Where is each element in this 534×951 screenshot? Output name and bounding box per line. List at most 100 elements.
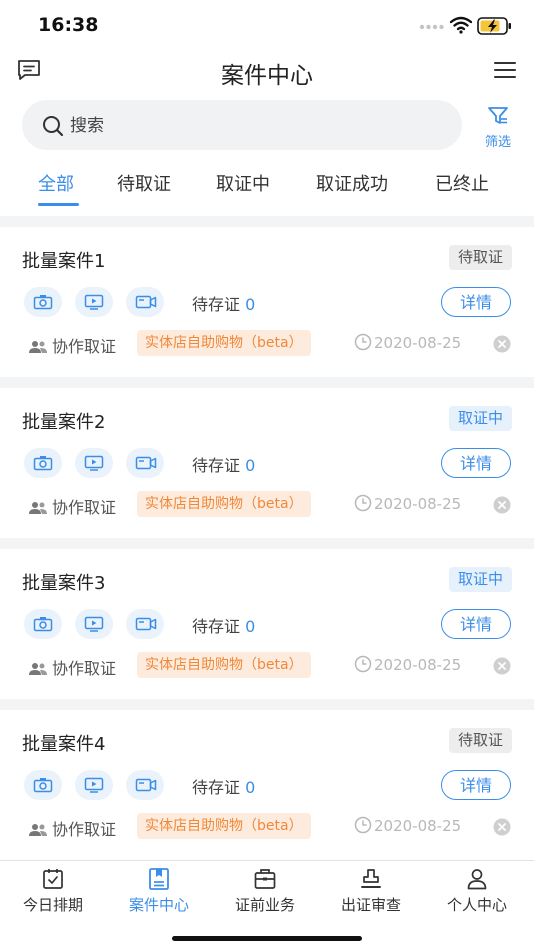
video-record-button[interactable] <box>126 448 164 478</box>
video-record-button[interactable] <box>126 770 164 800</box>
user-icon <box>467 869 487 890</box>
filter-button[interactable]: 筛选 <box>478 106 518 150</box>
collaboration-label: 协作取证 <box>28 816 116 840</box>
monitor-play-icon <box>84 777 104 793</box>
wifi-icon <box>450 16 472 34</box>
scenario-tag: 实体店自助购物（beta） <box>137 491 311 517</box>
search-icon <box>43 116 64 137</box>
stamp-icon <box>361 869 381 888</box>
tab-pending[interactable]: 待取证 <box>117 170 171 196</box>
active-tab-indicator <box>38 203 79 206</box>
pending-count: 0 <box>245 295 256 314</box>
clock-icon <box>354 494 372 512</box>
screen-record-button[interactable] <box>75 448 113 478</box>
search-box[interactable] <box>22 100 462 150</box>
clock-icon <box>354 655 372 673</box>
tab-label: 个人中心 <box>446 896 507 914</box>
search-input[interactable] <box>68 110 442 142</box>
tab-label: 案件中心 <box>128 896 189 914</box>
pending-evidence: 待存证 0 <box>192 456 256 475</box>
filter-icon <box>488 107 508 124</box>
tab-today-schedule[interactable]: 今日排期 <box>0 867 106 915</box>
signal-dots-icon <box>419 24 444 30</box>
detail-button[interactable]: 详情 <box>441 609 511 639</box>
case-card[interactable]: 批量案件4 待取证 待存证 0 详情 协作取证 实体店自助购物（beta） 20… <box>0 710 534 860</box>
tab-label: 出证审查 <box>340 896 401 914</box>
case-title: 批量案件4 <box>22 734 106 755</box>
camera-icon <box>33 456 53 471</box>
remove-case-icon[interactable] <box>493 496 511 514</box>
case-card[interactable]: 批量案件3 取证中 待存证 0 详情 协作取证 实体店自助购物（beta） 20… <box>0 549 534 699</box>
screen-record-button[interactable] <box>75 770 113 800</box>
clock-icon <box>354 816 372 834</box>
photo-evidence-button[interactable] <box>24 287 62 317</box>
screen-record-button[interactable] <box>75 287 113 317</box>
tab-pre-certification[interactable]: 证前业务 <box>212 867 318 915</box>
search-row: 筛选 <box>0 92 534 156</box>
bookmark-doc-icon <box>149 868 169 890</box>
photo-evidence-button[interactable] <box>24 448 62 478</box>
remove-case-icon[interactable] <box>493 818 511 836</box>
case-date: 2020-08-25 <box>354 333 461 352</box>
case-date: 2020-08-25 <box>354 655 461 674</box>
detail-button[interactable]: 详情 <box>441 448 511 478</box>
nav-bar: 案件中心 <box>0 52 534 92</box>
users-icon <box>29 824 47 836</box>
video-camera-icon <box>135 778 157 792</box>
photo-evidence-button[interactable] <box>24 770 62 800</box>
tab-terminated[interactable]: 已终止 <box>435 170 489 196</box>
battery-charging-icon <box>477 17 511 35</box>
calendar-icon <box>43 869 63 889</box>
tab-in-progress[interactable]: 取证中 <box>216 170 270 196</box>
users-icon <box>29 502 47 514</box>
status-tabs: 全部 待取证 取证中 取证成功 已终止 <box>0 156 534 216</box>
detail-button[interactable]: 详情 <box>441 287 511 317</box>
detail-button[interactable]: 详情 <box>441 770 511 800</box>
case-date: 2020-08-25 <box>354 816 461 835</box>
screen-record-button[interactable] <box>75 609 113 639</box>
collaboration-label: 协作取证 <box>28 333 116 357</box>
hamburger-menu-icon[interactable] <box>494 61 516 79</box>
video-record-button[interactable] <box>126 609 164 639</box>
case-card[interactable]: 批量案件1 待取证 待存证 0 详情 协作取证 实体店自助购物（beta） 20… <box>0 227 534 377</box>
pending-evidence: 待存证 0 <box>192 295 256 314</box>
filter-label: 筛选 <box>484 135 511 150</box>
tab-all[interactable]: 全部 <box>38 170 74 196</box>
pending-evidence: 待存证 0 <box>192 778 256 797</box>
tab-case-center[interactable]: 案件中心 <box>106 867 212 915</box>
status-badge: 待取证 <box>448 245 512 270</box>
pending-count: 0 <box>245 456 256 475</box>
page-title: 案件中心 <box>221 63 313 89</box>
monitor-play-icon <box>84 294 104 310</box>
status-bar: 16:38 <box>0 0 534 52</box>
case-title: 批量案件2 <box>22 412 106 433</box>
video-camera-icon <box>135 617 157 631</box>
video-record-button[interactable] <box>126 287 164 317</box>
camera-icon <box>33 295 53 310</box>
home-indicator <box>172 936 362 941</box>
collaboration-label: 协作取证 <box>28 655 116 679</box>
case-title: 批量案件1 <box>22 251 106 272</box>
remove-case-icon[interactable] <box>493 335 511 353</box>
tab-label: 今日排期 <box>22 896 83 914</box>
tab-success[interactable]: 取证成功 <box>316 170 388 196</box>
status-badge: 待取证 <box>448 728 512 753</box>
video-camera-icon <box>135 456 157 470</box>
scenario-tag: 实体店自助购物（beta） <box>137 813 311 839</box>
case-date: 2020-08-25 <box>354 494 461 513</box>
users-icon <box>29 663 47 675</box>
scenario-tag: 实体店自助购物（beta） <box>137 652 311 678</box>
pending-count: 0 <box>245 617 256 636</box>
collaboration-label: 协作取证 <box>28 494 116 518</box>
tab-certification-review[interactable]: 出证审查 <box>318 867 424 915</box>
remove-case-icon[interactable] <box>493 657 511 675</box>
status-time: 16:38 <box>38 14 99 36</box>
users-icon <box>29 341 47 353</box>
scenario-tag: 实体店自助购物（beta） <box>137 330 311 356</box>
case-card[interactable]: 批量案件2 取证中 待存证 0 详情 协作取证 实体店自助购物（beta） 20… <box>0 388 534 538</box>
pending-count: 0 <box>245 778 256 797</box>
tab-personal-center[interactable]: 个人中心 <box>424 867 530 915</box>
photo-evidence-button[interactable] <box>24 609 62 639</box>
pending-evidence: 待存证 0 <box>192 617 256 636</box>
briefcase-icon <box>254 869 276 889</box>
